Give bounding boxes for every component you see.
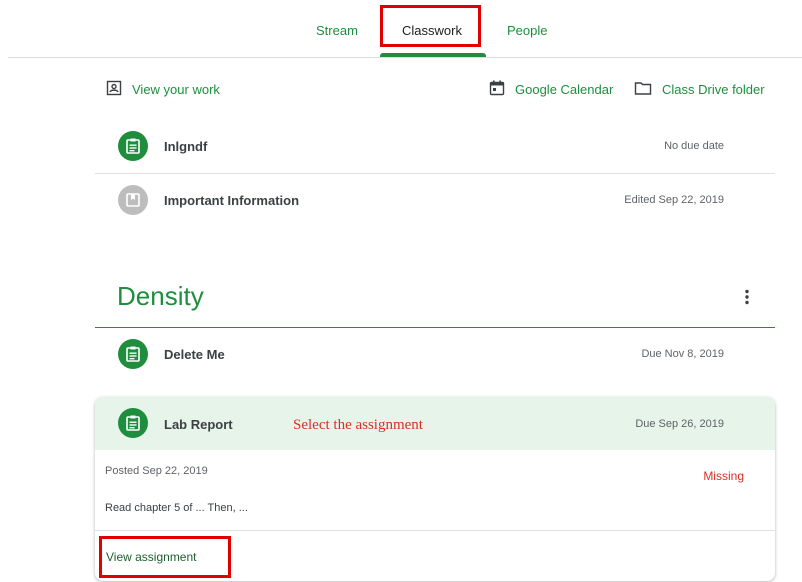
item-edited-date: Edited Sep 22, 2019 (624, 194, 724, 206)
classwork-item[interactable]: Delete Me Due Nov 8, 2019 (95, 328, 775, 380)
folder-icon (634, 80, 652, 99)
material-icon (118, 185, 148, 215)
item-due-date: No due date (664, 140, 724, 152)
google-calendar-label: Google Calendar (515, 82, 614, 97)
tab-stream[interactable]: Stream (316, 23, 358, 38)
card-divider (95, 530, 775, 531)
assignment-icon (118, 339, 148, 369)
topic-more-options-icon[interactable] (745, 289, 749, 305)
calendar-icon (489, 80, 505, 99)
google-calendar-link[interactable]: Google Calendar (489, 80, 613, 99)
assignment-icon (118, 408, 148, 438)
instruction-annotation: Select the assignment (293, 417, 423, 433)
class-drive-folder-link[interactable]: Class Drive folder (634, 80, 765, 99)
topic-title: Density (117, 281, 204, 311)
assignment-title: Lab Report (164, 417, 233, 432)
classwork-item[interactable]: Inlgndf No due date (95, 120, 775, 172)
view-your-work-link[interactable]: View your work (106, 80, 220, 99)
class-drive-folder-label: Class Drive folder (662, 82, 765, 97)
assignment-card-header[interactable]: Lab Report Select the assignment Due Sep… (95, 397, 775, 450)
assigned-work-icon (106, 80, 122, 99)
header-divider (8, 57, 802, 58)
item-title: Delete Me (164, 346, 225, 362)
classwork-item[interactable]: Important Information Edited Sep 22, 201… (95, 174, 775, 226)
missing-status-badge: Missing (703, 469, 744, 483)
item-due-date: Due Nov 8, 2019 (641, 348, 724, 360)
posted-date: Posted Sep 22, 2019 (105, 465, 208, 477)
assignment-icon (118, 131, 148, 161)
item-title: Inlgndf (164, 138, 208, 154)
item-title: Important Information (164, 192, 300, 208)
assignment-description: Read chapter 5 of ... Then, ... (105, 502, 248, 514)
assignment-due-date: Due Sep 26, 2019 (635, 418, 724, 430)
tab-classwork-highlight-box (380, 5, 481, 47)
view-your-work-label: View your work (132, 82, 220, 97)
tab-people[interactable]: People (507, 23, 547, 38)
view-assignment-highlight-box (99, 536, 231, 578)
